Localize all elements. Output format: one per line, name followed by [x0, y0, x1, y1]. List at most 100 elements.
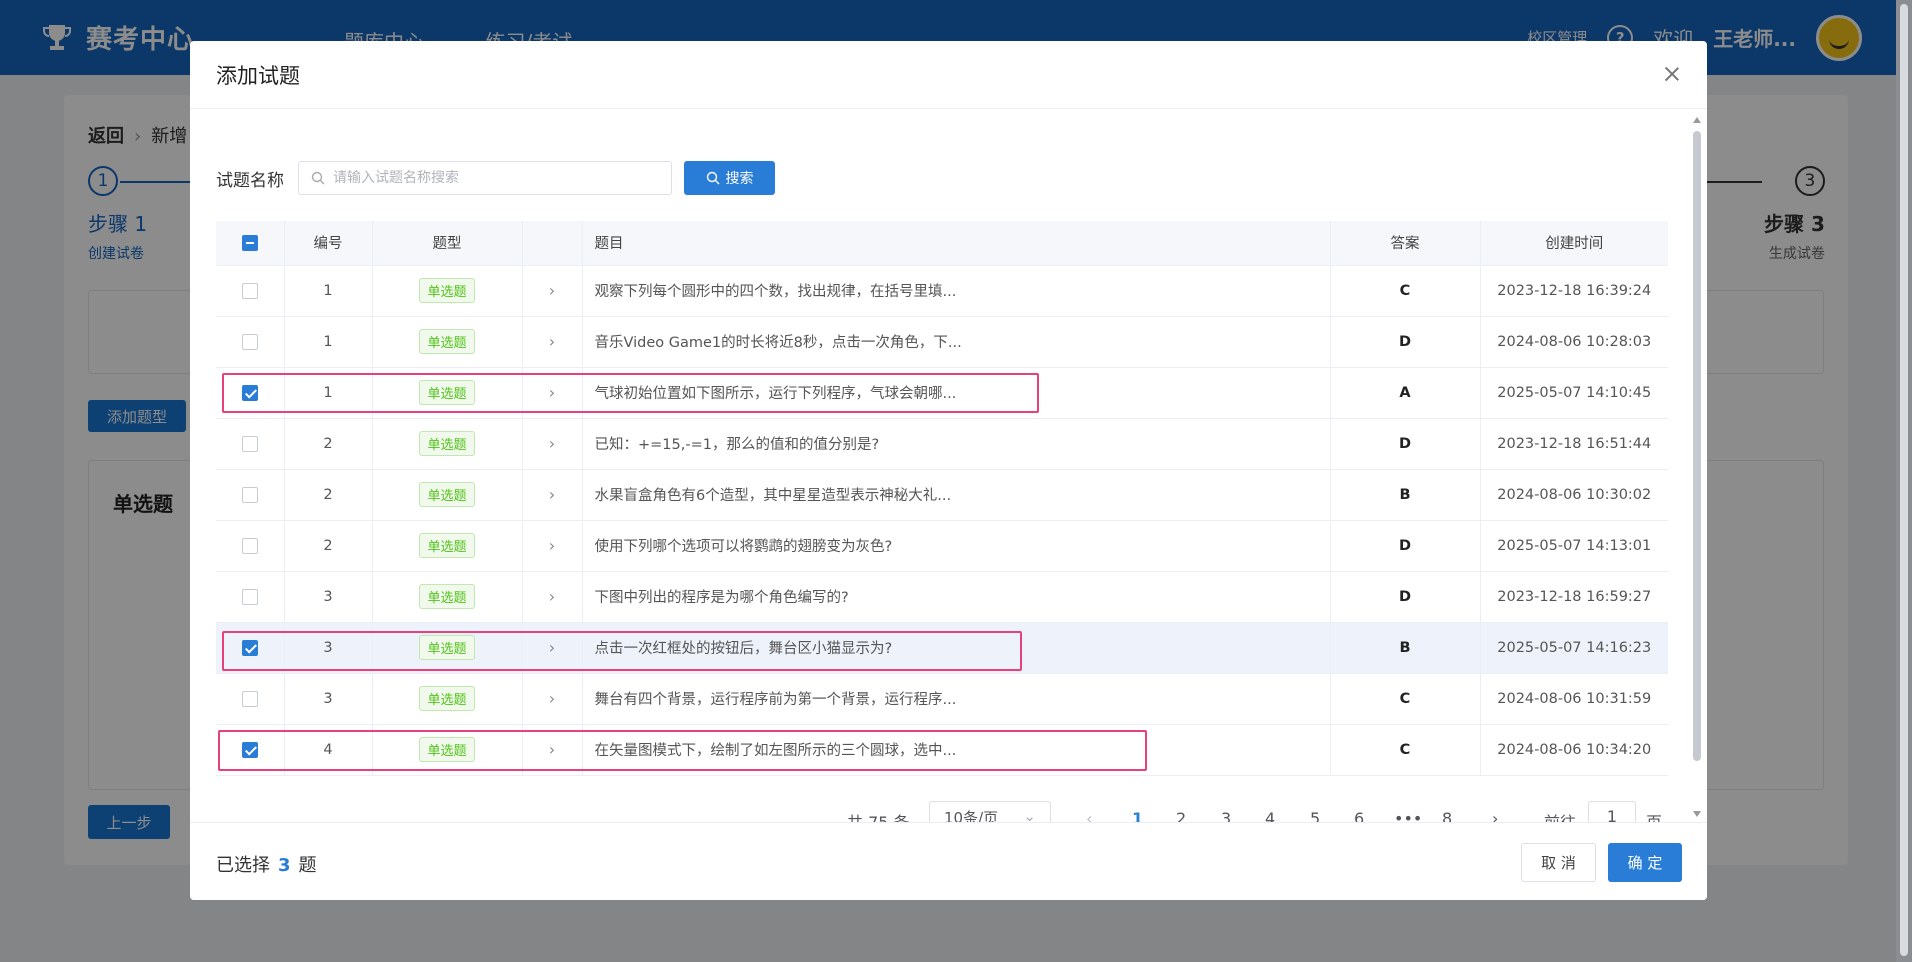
row-type-cell: 单选题: [372, 418, 523, 470]
row-type-cell: 单选题: [372, 622, 523, 674]
chevron-right-icon[interactable]: ›: [549, 740, 555, 759]
row-type-cell: 单选题: [372, 367, 523, 419]
row-checkbox[interactable]: [241, 435, 258, 452]
row-created: 2025-05-07 14:10:45: [1480, 367, 1668, 419]
table-row[interactable]: 2 单选题 › 使用下列哪个选项可以将鹦鹉的翅膀变为灰色? D 2025-05-07 14…: [216, 520, 1668, 572]
row-select-cell: [216, 367, 285, 419]
page-scrollbar[interactable]: [1896, 0, 1912, 962]
row-number: 1: [284, 316, 373, 368]
row-created: 2025-05-07 14:13:01: [1480, 520, 1668, 572]
page-scrollbar-thumb[interactable]: [1900, 4, 1908, 956]
table-row[interactable]: 3 单选题 › 下图中列出的程序是为哪个角色编写的? D 2023-12-18 16:59…: [216, 571, 1668, 623]
select-all-checkbox[interactable]: [241, 234, 258, 251]
question-type-tag: 单选题: [419, 737, 475, 762]
dialog-scrollbar[interactable]: [1691, 117, 1703, 817]
row-number: 2: [284, 520, 373, 572]
search-icon: [706, 171, 719, 185]
chevron-right-icon[interactable]: ›: [549, 638, 555, 657]
table-row[interactable]: 2 单选题 › 水果盲盒角色有6个造型，其中星星造型表示神秘大礼... B 2024-08…: [216, 469, 1668, 521]
row-checkbox[interactable]: [241, 486, 258, 503]
row-question: 气球初始位置如下图所示，运行下列程序，气球会朝哪...: [582, 367, 1331, 419]
question-type-tag: 单选题: [419, 482, 475, 507]
row-checkbox[interactable]: [241, 639, 258, 656]
row-number: 3: [284, 571, 373, 623]
row-checkbox[interactable]: [241, 384, 258, 401]
confirm-button[interactable]: 确 定: [1608, 843, 1682, 882]
close-icon[interactable]: [1661, 63, 1683, 85]
row-answer: C: [1330, 265, 1481, 317]
row-expand-cell: ›: [522, 724, 583, 776]
row-checkbox[interactable]: [241, 333, 258, 350]
row-checkbox[interactable]: [241, 537, 258, 554]
chevron-right-icon[interactable]: ›: [549, 434, 555, 453]
table-row[interactable]: 3 单选题 › 舞台有四个背景，运行程序前为第一个背景，运行程序... C 2024-08…: [216, 673, 1668, 725]
chevron-right-icon[interactable]: ›: [549, 587, 555, 606]
table-row[interactable]: 1 单选题 › 观察下列每个圆形中的四个数，找出规律，在括号里填... C 2023-12…: [216, 265, 1668, 317]
row-expand-cell: ›: [522, 622, 583, 674]
row-checkbox[interactable]: [241, 282, 258, 299]
row-answer: B: [1330, 469, 1481, 521]
table-row[interactable]: 2 单选题 › 已知：+=15,-=1，那么的值和的值分别是? D 2023-12-18 …: [216, 418, 1668, 470]
row-number: 2: [284, 469, 373, 521]
chevron-right-icon[interactable]: ›: [549, 383, 555, 402]
table-header: 编号 题型 题目 答案 创建时间: [216, 221, 1668, 266]
chevron-right-icon[interactable]: ›: [549, 332, 555, 351]
table-row[interactable]: 3 单选题 › 点击一次红框处的按钮后，舞台区小猫显示为? B 2025-05-07 14…: [216, 622, 1668, 674]
scroll-down-icon[interactable]: [1693, 811, 1701, 817]
row-checkbox[interactable]: [241, 690, 258, 707]
search-input[interactable]: [333, 170, 653, 186]
row-checkbox[interactable]: [241, 741, 258, 758]
col-number[interactable]: 编号: [284, 221, 373, 266]
table-row[interactable]: 1 单选题 › 气球初始位置如下图所示，运行下列程序，气球会朝哪... A 2025-05…: [216, 367, 1668, 419]
col-question[interactable]: 题目: [582, 221, 1331, 266]
cancel-button[interactable]: 取 消: [1521, 843, 1596, 882]
table-row[interactable]: 4 单选题 › 在矢量图模式下，绘制了如左图所示的三个圆球，选中... C 2024-08…: [216, 724, 1668, 776]
select-all-cell: [216, 221, 285, 266]
search-button-label: 搜索: [725, 171, 754, 187]
question-type-tag: 单选题: [419, 635, 475, 660]
row-answer: D: [1330, 571, 1481, 623]
row-select-cell: [216, 520, 285, 572]
row-question: 下图中列出的程序是为哪个角色编写的?: [582, 571, 1331, 623]
row-expand-cell: ›: [522, 673, 583, 725]
col-type[interactable]: 题型: [372, 221, 523, 266]
row-answer: D: [1330, 316, 1481, 368]
row-question: 水果盲盒角色有6个造型，其中星星造型表示神秘大礼...: [582, 469, 1331, 521]
row-select-cell: [216, 316, 285, 368]
col-answer[interactable]: 答案: [1330, 221, 1481, 266]
search-button[interactable]: 搜索: [684, 161, 775, 195]
dialog-scrollbar-thumb[interactable]: [1693, 131, 1701, 761]
chevron-right-icon[interactable]: ›: [549, 536, 555, 555]
row-expand-cell: ›: [522, 367, 583, 419]
scroll-up-icon[interactable]: [1693, 117, 1701, 123]
search-label: 试题名称: [216, 170, 284, 191]
row-select-cell: [216, 418, 285, 470]
chevron-right-icon[interactable]: ›: [549, 485, 555, 504]
row-select-cell: [216, 724, 285, 776]
search-field[interactable]: [298, 161, 672, 195]
row-created: 2023-12-18 16:59:27: [1480, 571, 1668, 623]
row-question: 在矢量图模式下，绘制了如左图所示的三个圆球，选中...: [582, 724, 1331, 776]
question-type-tag: 单选题: [419, 584, 475, 609]
row-expand-cell: ›: [522, 571, 583, 623]
question-type-tag: 单选题: [419, 329, 475, 354]
row-question: 使用下列哪个选项可以将鹦鹉的翅膀变为灰色?: [582, 520, 1331, 572]
row-number: 2: [284, 418, 373, 470]
chevron-right-icon[interactable]: ›: [549, 689, 555, 708]
dialog-header: 添加试题: [190, 41, 1707, 109]
chevron-right-icon[interactable]: ›: [549, 281, 555, 300]
row-created: 2024-08-06 10:30:02: [1480, 469, 1668, 521]
selected-suffix: 题: [298, 855, 317, 876]
row-checkbox[interactable]: [241, 588, 258, 605]
col-created[interactable]: 创建时间: [1480, 221, 1668, 266]
row-answer: D: [1330, 520, 1481, 572]
search-icon: [311, 171, 325, 185]
row-question: 点击一次红框处的按钮后，舞台区小猫显示为?: [582, 622, 1331, 674]
row-created: 2023-12-18 16:39:24: [1480, 265, 1668, 317]
row-type-cell: 单选题: [372, 520, 523, 572]
table-row[interactable]: 1 单选题 › 音乐Video Game1的时长将近8秒，点击一次角色，下... D 20…: [216, 316, 1668, 368]
question-type-tag: 单选题: [419, 431, 475, 456]
row-type-cell: 单选题: [372, 469, 523, 521]
question-type-tag: 单选题: [419, 686, 475, 711]
row-select-cell: [216, 265, 285, 317]
